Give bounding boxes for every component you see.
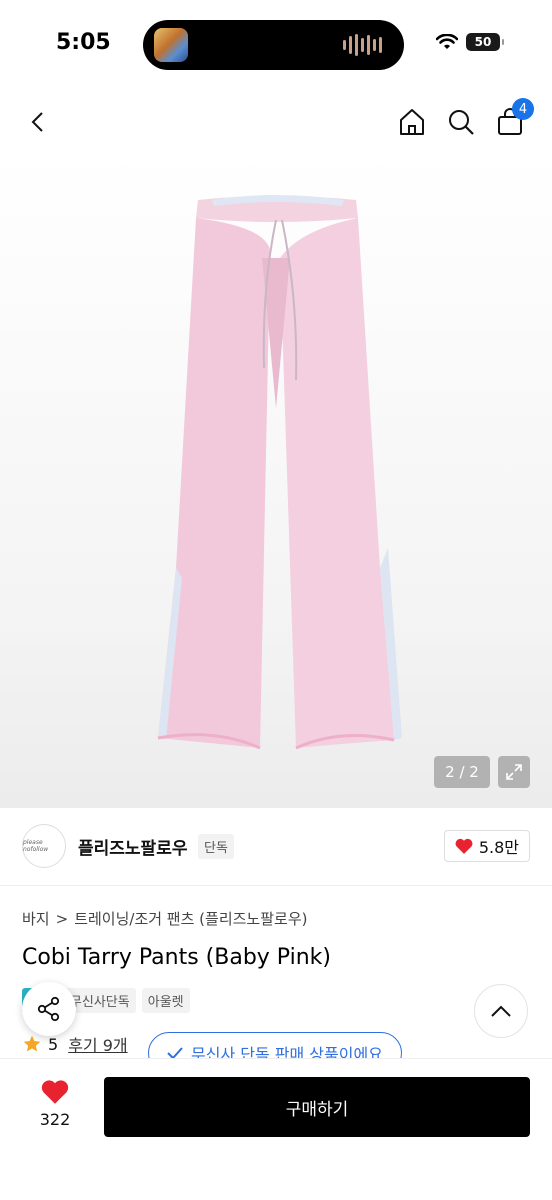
breadcrumb-category[interactable]: 바지 [22, 908, 50, 929]
product-image [157, 195, 402, 750]
product-image-gallery[interactable]: 2 / 2 [0, 148, 552, 808]
rating-score: 5 [48, 1034, 59, 1054]
brand-row[interactable]: please nofollow 플리즈노팔로우 단독 5.8만 [0, 808, 552, 886]
back-arrow-icon [31, 112, 43, 132]
back-button[interactable] [18, 102, 58, 142]
now-playing-artwork [154, 28, 188, 62]
cart-count-badge: 4 [512, 98, 534, 120]
heart-icon [455, 838, 473, 854]
exclusive-tag: 단독 [198, 834, 234, 859]
cart-button[interactable]: 4 [490, 98, 534, 142]
scroll-top-button[interactable] [474, 984, 528, 1038]
bottom-action-bar: 322 구매하기 [0, 1058, 552, 1200]
buy-button[interactable]: 구매하기 [104, 1077, 530, 1137]
rating-row: 5 후기 9개 [22, 1032, 128, 1056]
breadcrumb: 바지 > 트레이닝/조거 팬츠 (플리즈노팔로우) [22, 908, 307, 929]
image-counter: 2 / 2 [434, 756, 490, 788]
product-title: Cobi Tarry Pants (Baby Pink) [22, 945, 331, 970]
home-icon [400, 109, 424, 135]
review-link[interactable]: 후기 9개 [68, 1032, 127, 1056]
brand-logo[interactable]: please nofollow [22, 824, 66, 868]
search-button[interactable] [441, 102, 481, 142]
like-button[interactable]: 322 [30, 1079, 80, 1129]
status-indicators: 50 [436, 33, 504, 51]
battery-indicator: 50 [466, 33, 504, 51]
brand-name[interactable]: 플리즈노팔로우 [78, 834, 187, 859]
home-button[interactable] [392, 102, 432, 142]
wifi-icon [436, 34, 458, 49]
like-count: 322 [39, 1110, 71, 1129]
share-button[interactable] [22, 982, 76, 1036]
share-icon [37, 996, 60, 1022]
dynamic-island [143, 20, 404, 70]
chip-outlet: 아울렛 [141, 988, 190, 1013]
breadcrumb-subcategory[interactable]: 트레이닝/조거 팬츠 (플리즈노팔로우) [74, 908, 307, 929]
expand-icon [506, 764, 522, 780]
top-navigation: 4 [0, 96, 552, 148]
expand-button[interactable] [498, 756, 530, 788]
brand-like-count: 5.8만 [478, 838, 519, 857]
brand-like-button[interactable]: 5.8만 [443, 830, 530, 862]
heart-icon [41, 1080, 69, 1104]
chevron-up-icon [491, 1005, 511, 1017]
star-icon [23, 1035, 41, 1052]
audio-wave-icon [343, 34, 382, 56]
chevron-right-icon: > [55, 909, 69, 928]
status-bar: 5:05 50 [0, 0, 552, 88]
search-icon [449, 110, 474, 135]
status-time: 5:05 [56, 30, 111, 55]
